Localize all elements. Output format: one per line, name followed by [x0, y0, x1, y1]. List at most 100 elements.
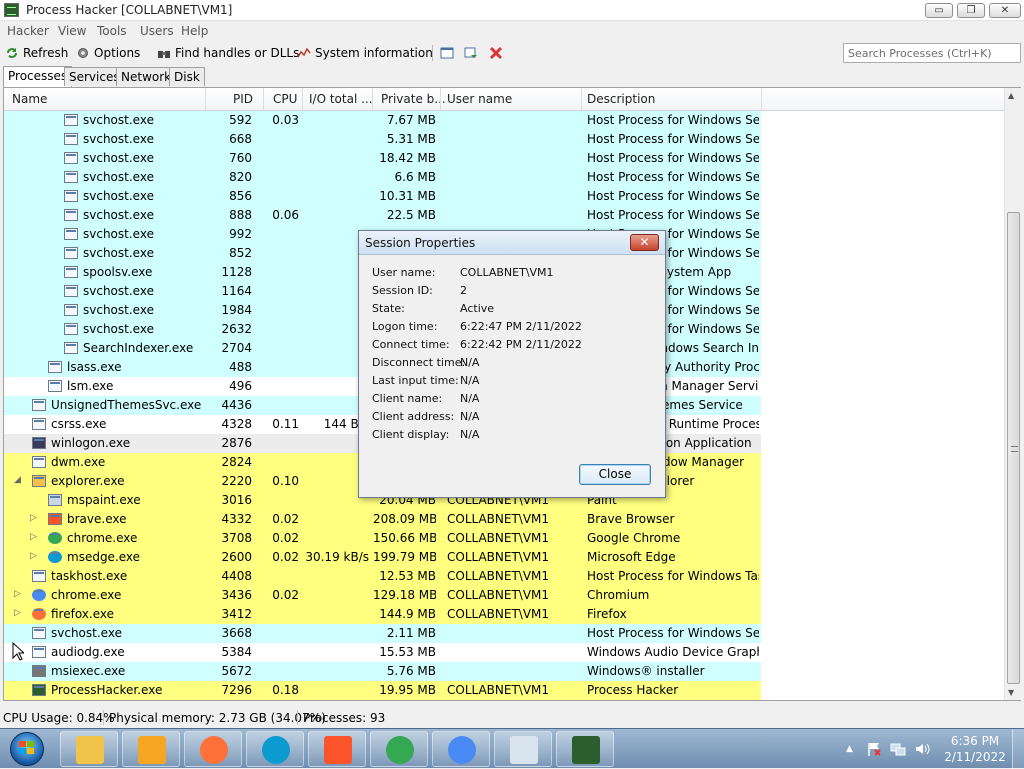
scroll-up-arrow-icon[interactable]: ▲ [1008, 91, 1014, 100]
process-pid: 5384 [221, 645, 252, 659]
show-desktop-button[interactable] [1012, 729, 1024, 769]
network-icon[interactable] [890, 741, 906, 757]
vertical-scrollbar[interactable]: ▲ ▼ [1004, 88, 1021, 700]
system-information-button[interactable]: System information [297, 44, 433, 62]
column-pid[interactable]: PID [233, 92, 253, 106]
taskbar-button[interactable] [556, 731, 614, 767]
show-hidden-icons-icon[interactable]: ▲ [846, 744, 853, 754]
process-cpu: 0.11 [272, 417, 299, 431]
taskbar-clock[interactable]: 6:36 PM 2/11/2022 [940, 733, 1010, 765]
window-icon [32, 570, 46, 582]
process-row[interactable]: msiexec.exe 5672 5.76 MB Windows® installer [4, 662, 761, 681]
process-name: brave.exe [67, 512, 127, 526]
process-name: lsm.exe [67, 379, 114, 393]
column-description[interactable]: Description [587, 92, 655, 106]
switch-window-button[interactable] [464, 44, 478, 62]
menu-tools[interactable]: Tools [97, 24, 127, 38]
menu-view[interactable]: View [58, 24, 86, 38]
process-row[interactable]: ▷ firefox.exe 3412 144.9 MB COLLABNET\VM1 Fir… [4, 605, 761, 624]
find-handles-button[interactable]: Find handles or DLLs [157, 44, 299, 62]
scroll-down-arrow-icon[interactable]: ▼ [1008, 688, 1014, 697]
taskbar-button[interactable] [122, 731, 180, 767]
taskbar-button[interactable] [246, 731, 304, 767]
tree-expander-icon[interactable]: ▷ [30, 551, 37, 561]
session-field-label: Client display: [372, 428, 450, 441]
process-name: svchost.exe [83, 227, 154, 241]
process-row[interactable]: svchost.exe 592 0.03 7.67 MB Host Process fo… [4, 111, 761, 130]
process-row[interactable]: taskhost.exe 4408 12.53 MB COLLABNET\VM1 Hos… [4, 567, 761, 586]
process-description: Host Process for Windows Ser... [587, 626, 759, 640]
minimize-button[interactable]: ▭ [925, 3, 953, 18]
process-pid: 2876 [221, 436, 252, 450]
tab-network[interactable]: Network [116, 67, 177, 86]
session-field-label: Client name: [372, 392, 443, 405]
taskbar-button[interactable] [370, 731, 428, 767]
process-name: ProcessHacker.exe [51, 683, 163, 697]
volume-icon[interactable] [914, 741, 930, 757]
process-row[interactable]: svchost.exe 668 5.31 MB Host Process for Wi… [4, 130, 761, 149]
process-row[interactable]: svchost.exe 820 6.6 MB Host Process for Win… [4, 168, 761, 187]
process-row[interactable]: ▷ msedge.exe 2600 0.02 30.19 kB/s 199.79 MB CO… [4, 548, 761, 567]
process-cpu: 0.03 [272, 113, 299, 127]
session-field-label: Connect time: [372, 338, 450, 351]
options-button[interactable]: Options [76, 44, 140, 62]
close-button[interactable]: ✕ [989, 3, 1021, 18]
tab-processes[interactable]: Processes [3, 66, 73, 87]
process-cpu: 0.18 [272, 683, 299, 697]
process-row[interactable]: svchost.exe 856 10.31 MB Host Process for W… [4, 187, 761, 206]
menu-help[interactable]: Help [181, 24, 208, 38]
tree-expander-icon[interactable]: ▷ [14, 589, 21, 599]
terminate-button[interactable] [489, 44, 503, 62]
process-row[interactable]: svchost.exe 3668 2.11 MB Host Process for W… [4, 624, 761, 643]
show-window-button[interactable] [440, 44, 454, 62]
process-row[interactable]: ▷ chrome.exe 3708 0.02 150.66 MB COLLABNET\VM… [4, 529, 761, 548]
process-row[interactable]: ▷ chrome.exe 3436 0.02 129.18 MB COLLABNET\VM… [4, 586, 761, 605]
menu-users[interactable]: Users [140, 24, 174, 38]
firefox-icon [32, 608, 46, 620]
menu-hacker[interactable]: Hacker [7, 24, 49, 38]
process-row[interactable]: ▷ brave.exe 4332 0.02 208.09 MB COLLABNET\VM1… [4, 510, 761, 529]
tree-expander-icon[interactable]: ◢ [14, 475, 21, 485]
process-pid: 3016 [221, 493, 252, 507]
process-row[interactable]: ProcessHacker.exe 7296 0.18 19.95 MB COLLABN… [4, 681, 761, 700]
process-name: lsass.exe [67, 360, 122, 374]
process-pid: 3412 [221, 607, 252, 621]
chrome-icon [48, 532, 62, 544]
start-button[interactable] [4, 731, 50, 767]
refresh-button[interactable]: Refresh [5, 44, 68, 62]
session-field-value: N/A [460, 410, 480, 423]
column-private-bytes[interactable]: Private b... [381, 92, 446, 106]
dialog-close-button[interactable]: Close [579, 464, 651, 485]
dialog-title: Session Properties [365, 236, 476, 250]
taskbar-button[interactable] [184, 731, 242, 767]
column-divider [761, 88, 762, 110]
process-description: Host Process for Windows Ser... [587, 189, 759, 203]
tree-expander-icon[interactable]: ▷ [30, 532, 37, 542]
tree-expander-icon[interactable]: ▷ [30, 513, 37, 523]
process-pid: 488 [229, 360, 252, 374]
taskbar-button[interactable] [308, 731, 366, 767]
process-pid: 2824 [221, 455, 252, 469]
dialog-close-icon[interactable]: ✕ [630, 234, 659, 251]
process-row[interactable]: svchost.exe 760 18.42 MB Host Process for W… [4, 149, 761, 168]
tree-expander-icon[interactable]: ▷ [14, 608, 21, 618]
column-cpu[interactable]: CPU [273, 92, 297, 106]
process-row[interactable]: svchost.exe 888 0.06 22.5 MB Host Process fo… [4, 206, 761, 225]
column-user-name[interactable]: User name [447, 92, 512, 106]
search-processes-input[interactable]: Search Processes (Ctrl+K) [843, 43, 1021, 63]
window-icon [32, 399, 46, 411]
process-row[interactable]: audiodg.exe 5384 15.53 MB Windows Audio Dev… [4, 643, 761, 662]
taskbar-button[interactable] [494, 731, 552, 767]
action-center-flag-icon[interactable] [866, 741, 882, 757]
process-pid: 1128 [221, 265, 252, 279]
column-name[interactable]: Name [12, 92, 47, 106]
tab-disk[interactable]: Disk [169, 67, 205, 86]
taskbar-button[interactable] [60, 731, 118, 767]
window-title: Process Hacker [COLLABNET\VM1] [26, 3, 233, 17]
column-io-total[interactable]: I/O total ... [309, 92, 373, 106]
process-private-bytes: 144.9 MB [379, 607, 436, 621]
taskbar-button[interactable] [432, 731, 490, 767]
process-private-bytes: 208.09 MB [373, 512, 436, 526]
maximize-button[interactable]: ❐ [957, 3, 985, 18]
scrollbar-thumb[interactable] [1007, 212, 1020, 684]
